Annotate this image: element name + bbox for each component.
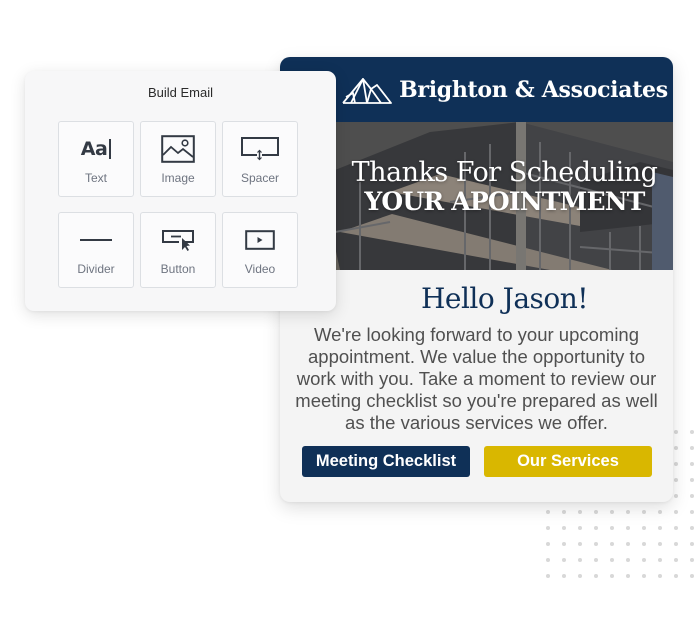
dot bbox=[642, 510, 646, 514]
dot bbox=[674, 430, 678, 434]
dot bbox=[546, 526, 550, 530]
dot bbox=[626, 510, 630, 514]
block-label: Video bbox=[244, 262, 276, 276]
dot bbox=[562, 574, 566, 578]
video-icon bbox=[223, 225, 297, 255]
image-icon bbox=[141, 134, 215, 164]
dot bbox=[578, 542, 582, 546]
dot bbox=[674, 446, 678, 450]
hero-text: Thanks For Scheduling YOUR APOINTMENT bbox=[336, 158, 673, 216]
brand-name: Brighton & Associates bbox=[399, 76, 668, 103]
block-image[interactable]: Image bbox=[140, 121, 216, 197]
dot bbox=[658, 526, 662, 530]
divider-icon bbox=[59, 225, 133, 255]
block-video[interactable]: Video bbox=[222, 212, 298, 288]
block-label: Spacer bbox=[240, 171, 280, 185]
dot bbox=[690, 542, 694, 546]
dot bbox=[658, 510, 662, 514]
dot bbox=[658, 542, 662, 546]
dot bbox=[562, 542, 566, 546]
dot bbox=[674, 558, 678, 562]
panel-title: Build Email bbox=[147, 85, 214, 100]
dot bbox=[562, 558, 566, 562]
email-body-text: We're looking forward to your upcoming a… bbox=[295, 324, 658, 433]
dot bbox=[578, 574, 582, 578]
dot bbox=[674, 526, 678, 530]
dot bbox=[626, 526, 630, 530]
dot bbox=[690, 478, 694, 482]
dot bbox=[674, 510, 678, 514]
dot bbox=[642, 558, 646, 562]
dot bbox=[594, 542, 598, 546]
email-header: Brighton & Associates bbox=[280, 57, 673, 122]
dot bbox=[658, 558, 662, 562]
dot bbox=[626, 574, 630, 578]
dot bbox=[578, 558, 582, 562]
dot bbox=[674, 478, 678, 482]
block-label: Image bbox=[161, 171, 195, 185]
dot bbox=[562, 510, 566, 514]
dot bbox=[690, 574, 694, 578]
cta-row: Meeting Checklist Our Services bbox=[302, 446, 652, 477]
dot bbox=[546, 558, 550, 562]
text-icon: Aa bbox=[59, 134, 133, 164]
hero-banner: Thanks For Scheduling YOUR APOINTMENT bbox=[280, 122, 673, 270]
dot bbox=[690, 494, 694, 498]
dot bbox=[642, 542, 646, 546]
dot bbox=[642, 526, 646, 530]
block-label: Button bbox=[160, 262, 196, 276]
dot bbox=[690, 430, 694, 434]
spacer-icon bbox=[223, 134, 297, 164]
dot bbox=[562, 526, 566, 530]
dot bbox=[658, 574, 662, 578]
dot bbox=[674, 542, 678, 546]
button-icon bbox=[141, 225, 215, 255]
dot bbox=[594, 526, 598, 530]
dot bbox=[546, 510, 550, 514]
meeting-checklist-button[interactable]: Meeting Checklist bbox=[302, 446, 470, 477]
dot bbox=[690, 462, 694, 466]
dot bbox=[594, 574, 598, 578]
dot bbox=[690, 446, 694, 450]
dot bbox=[578, 510, 582, 514]
block-divider[interactable]: Divider bbox=[58, 212, 134, 288]
block-label: Divider bbox=[77, 262, 115, 276]
dot bbox=[594, 558, 598, 562]
block-button[interactable]: Button bbox=[140, 212, 216, 288]
dot bbox=[690, 510, 694, 514]
block-spacer[interactable]: Spacer bbox=[222, 121, 298, 197]
block-label: Text bbox=[84, 171, 107, 185]
hero-subheading: YOUR APOINTMENT bbox=[364, 187, 645, 216]
dot bbox=[610, 526, 614, 530]
greeting-heading: Hello Jason! bbox=[420, 282, 589, 315]
dot bbox=[690, 558, 694, 562]
dot bbox=[674, 494, 678, 498]
dot bbox=[546, 574, 550, 578]
dot bbox=[674, 574, 678, 578]
dot bbox=[690, 526, 694, 530]
dot bbox=[626, 542, 630, 546]
dot bbox=[642, 574, 646, 578]
dot bbox=[610, 574, 614, 578]
dot bbox=[610, 510, 614, 514]
email-preview-card: Brighton & Associates Thanks For Schedul… bbox=[280, 57, 673, 502]
our-services-button[interactable]: Our Services bbox=[484, 446, 652, 477]
block-text[interactable]: Aa Text bbox=[58, 121, 134, 197]
hero-heading: Thanks For Scheduling bbox=[351, 157, 658, 188]
dot bbox=[546, 542, 550, 546]
dot bbox=[610, 542, 614, 546]
dot bbox=[626, 558, 630, 562]
mountain-logo-icon bbox=[342, 77, 393, 104]
dot bbox=[610, 558, 614, 562]
build-email-panel: Build Email Aa Text Image Spacer Divider… bbox=[25, 71, 336, 311]
dot bbox=[674, 462, 678, 466]
dot bbox=[578, 526, 582, 530]
dot bbox=[594, 510, 598, 514]
